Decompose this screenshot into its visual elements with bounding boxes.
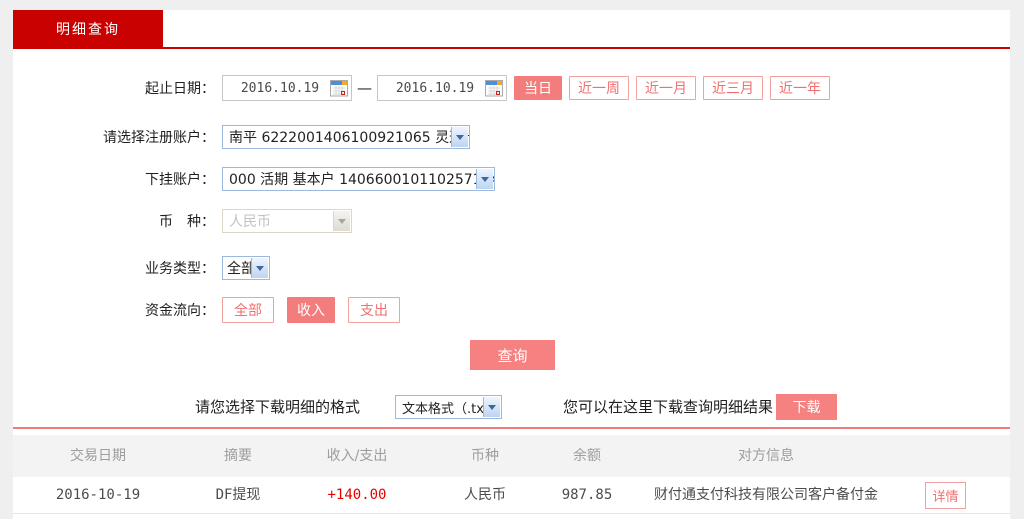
chevron-down-icon[interactable]	[251, 258, 268, 278]
row-date: 2016-10-19	[28, 477, 168, 514]
tab-detail-query[interactable]: 明细查询	[13, 10, 163, 47]
chevron-down-icon[interactable]	[476, 169, 493, 189]
business-type-select[interactable]: 全部	[222, 256, 270, 280]
header-amount: 收入/支出	[287, 435, 427, 477]
chevron-down-icon[interactable]	[451, 127, 468, 147]
download-hint: 您可以在这里下载查询明细结果	[563, 394, 773, 420]
fund-flow-row: 资金流向： 全部 收入 支出	[13, 297, 1010, 323]
quick-range-week-button[interactable]: 近一周	[569, 76, 629, 100]
download-format-select[interactable]: 文本格式（.txt）	[395, 395, 502, 419]
register-account-select[interactable]: 南平 6222001406100921065 灵通卡	[222, 125, 470, 149]
chevron-down-icon[interactable]	[483, 397, 500, 417]
header-date: 交易日期	[28, 435, 168, 477]
detail-query-panel: 明细查询 起止日期： 2016.10.19 —	[13, 10, 1010, 519]
quick-range-year-button[interactable]: 近一年	[770, 76, 830, 100]
fund-flow-all-button[interactable]: 全部	[222, 297, 274, 323]
calendar-icon[interactable]	[330, 80, 348, 97]
download-format-label: 请您选择下载明细的格式	[195, 394, 360, 420]
register-account-row: 请选择注册账户： 南平 6222001406100921065 灵通卡	[13, 125, 1010, 149]
date-range-label: 起止日期：	[13, 78, 215, 98]
calendar-icon[interactable]	[485, 80, 503, 97]
sub-account-select[interactable]: 000 活期 基本户 1406600101102571848	[222, 167, 495, 191]
quick-range-month-button[interactable]: 近一月	[636, 76, 696, 100]
business-type-label: 业务类型：	[13, 258, 215, 278]
quick-range-quarter-button[interactable]: 近三月	[703, 76, 763, 100]
download-button[interactable]: 下载	[776, 394, 837, 420]
start-date-input[interactable]: 2016.10.19	[222, 75, 352, 101]
currency-label: 币 种：	[13, 211, 215, 231]
currency-row: 币 种： 人民币	[13, 209, 1010, 233]
table-top-divider	[13, 427, 1010, 429]
row-counterparty: 财付通支付科技有限公司客户备付金	[626, 477, 906, 514]
sub-account-value: 000 活期 基本户 1406600101102571848	[229, 169, 494, 189]
fund-flow-expense-button[interactable]: 支出	[348, 297, 400, 323]
currency-select: 人民币	[222, 209, 352, 233]
register-account-value: 南平 6222001406100921065 灵通卡	[229, 127, 469, 147]
currency-value: 人民币	[229, 211, 271, 231]
table-row: 2016-10-19 DF提现 +140.00 人民币 987.85 财付通支付…	[13, 477, 1010, 514]
date-separator: —	[357, 79, 372, 97]
sub-account-row: 下挂账户： 000 活期 基本户 1406600101102571848	[13, 167, 1010, 191]
tab-bar: 明细查询	[13, 10, 1010, 49]
chevron-down-icon	[333, 211, 350, 231]
end-date-input[interactable]: 2016.10.19	[377, 75, 507, 101]
query-button[interactable]: 查询	[470, 340, 555, 370]
download-row: 请您选择下载明细的格式 文本格式（.txt） 您可以在这里下载查询明细结果 下载	[13, 394, 1010, 420]
page: 明细查询 起止日期： 2016.10.19 —	[0, 0, 1024, 519]
row-detail-button[interactable]: 详情	[925, 482, 966, 509]
header-counterparty: 对方信息	[626, 435, 906, 477]
sub-account-label: 下挂账户：	[13, 169, 215, 189]
register-account-label: 请选择注册账户：	[13, 127, 215, 147]
fund-flow-income-button[interactable]: 收入	[287, 297, 335, 323]
table-header: 交易日期 摘要 收入/支出 币种 余额 对方信息	[13, 435, 1010, 477]
business-type-row: 业务类型： 全部	[13, 256, 1010, 280]
date-range-row: 起止日期： 2016.10.19 — 2016.10.19	[13, 75, 1010, 101]
tab-underline	[13, 47, 1010, 49]
row-amount: +140.00	[287, 477, 427, 514]
quick-range-today-button[interactable]: 当日	[514, 76, 562, 100]
fund-flow-label: 资金流向：	[13, 300, 215, 320]
